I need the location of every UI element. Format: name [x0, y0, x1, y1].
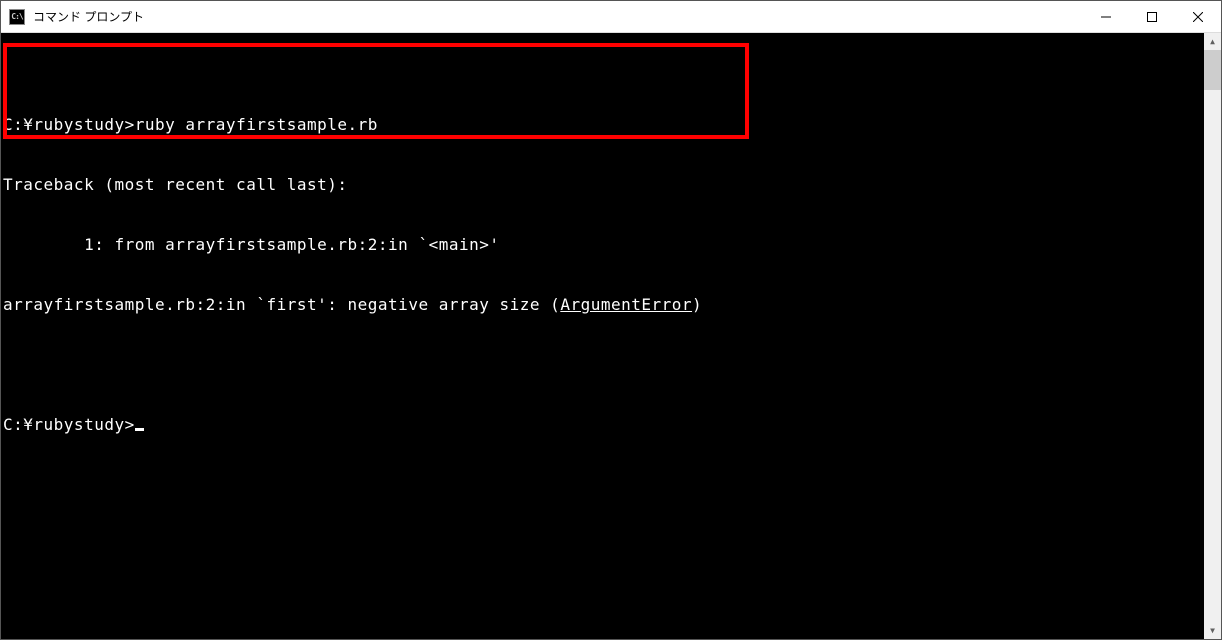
content-area: C:¥rubystudy>ruby arrayfirstsample.rb Tr…: [1, 33, 1221, 639]
prompt-text: C:¥rubystudy>: [3, 115, 135, 134]
minimize-icon: [1101, 12, 1111, 22]
maximize-button[interactable]: [1129, 1, 1175, 32]
terminal-line-blank: [1, 355, 1204, 375]
close-button[interactable]: [1175, 1, 1221, 32]
error-text-a: arrayfirstsample.rb:2:in `first': negati…: [3, 295, 560, 314]
close-icon: [1193, 12, 1203, 22]
window-title: コマンド プロンプト: [33, 8, 144, 25]
traceback-frame: 1: from arrayfirstsample.rb:2:in `<main>…: [3, 235, 500, 254]
prompt-text: C:¥rubystudy>: [3, 415, 135, 434]
terminal-line: C:¥rubystudy>ruby arrayfirstsample.rb: [1, 93, 1204, 135]
maximize-icon: [1147, 12, 1157, 22]
vertical-scrollbar[interactable]: ▲ ▼: [1204, 33, 1221, 639]
window-controls: [1083, 1, 1221, 32]
terminal-line: C:¥rubystudy>: [1, 415, 1204, 435]
minimize-button[interactable]: [1083, 1, 1129, 32]
terminal-line: Traceback (most recent call last):: [1, 175, 1204, 195]
terminal-line: 1: from arrayfirstsample.rb:2:in `<main>…: [1, 235, 1204, 255]
traceback-header: Traceback (most recent call last):: [3, 175, 348, 194]
scroll-down-arrow-icon[interactable]: ▼: [1204, 622, 1221, 639]
text-cursor: [135, 428, 144, 431]
scrollbar-thumb[interactable]: [1204, 50, 1221, 90]
titlebar[interactable]: C:\ コマンド プロンプト: [1, 1, 1221, 33]
scroll-up-arrow-icon[interactable]: ▲: [1204, 33, 1221, 50]
window-frame: C:\ コマンド プロンプト C:¥rubystudy>ruby arrayfi…: [0, 0, 1222, 640]
error-class: ArgumentError: [560, 295, 692, 314]
terminal-output[interactable]: C:¥rubystudy>ruby arrayfirstsample.rb Tr…: [1, 33, 1204, 639]
command-text: ruby arrayfirstsample.rb: [135, 115, 378, 134]
app-icon: C:\: [9, 9, 25, 25]
error-text-b: ): [692, 295, 702, 314]
terminal-line: arrayfirstsample.rb:2:in `first': negati…: [1, 295, 1204, 315]
